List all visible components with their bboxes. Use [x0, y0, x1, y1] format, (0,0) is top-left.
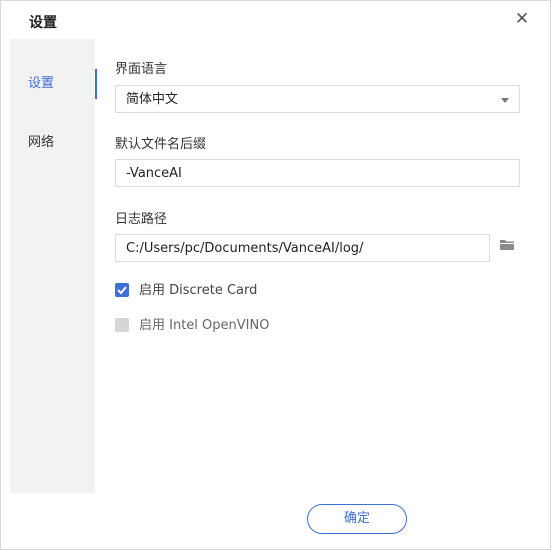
filename-suffix-input[interactable]: -VanceAI — [115, 159, 520, 187]
chevron-down-icon — [501, 98, 509, 103]
log-path-label: 日志路径 — [115, 212, 168, 227]
language-value: 简体中文 — [126, 92, 179, 107]
log-path-value: C:/Users/pc/Documents/VanceAI/log/ — [126, 241, 364, 256]
ok-button[interactable]: 确定 — [307, 504, 407, 534]
dialog-title: 设置 — [29, 15, 57, 31]
sidebar-item-network[interactable]: 网络 — [10, 129, 95, 157]
language-label: 界面语言 — [115, 62, 168, 77]
language-select[interactable]: 简体中文 — [115, 85, 520, 113]
filename-suffix-value: -VanceAI — [126, 166, 182, 181]
sidebar-item-label: 设置 — [28, 76, 55, 91]
filename-suffix-label: 默认文件名后缀 — [115, 137, 207, 152]
folder-icon[interactable] — [499, 237, 515, 253]
openvino-checkbox — [115, 318, 129, 332]
check-icon — [117, 286, 127, 295]
sidebar-item-label: 网络 — [28, 135, 55, 150]
discrete-card-checkbox[interactable] — [115, 283, 129, 297]
settings-content: 界面语言 简体中文 默认文件名后缀 -VanceAI 日志路径 C:/Users… — [95, 39, 550, 549]
title-bar: 设置 ✕ — [1, 1, 550, 39]
sidebar: 设置 网络 — [10, 39, 97, 493]
openvino-label: 启用 Intel OpenVINO — [139, 318, 270, 333]
settings-dialog: 设置 ✕ 设置 网络 界面语言 简体中文 默认文件名后缀 -VanceAI 日志… — [0, 0, 551, 550]
discrete-card-label: 启用 Discrete Card — [139, 283, 258, 298]
close-icon[interactable]: ✕ — [512, 9, 532, 29]
log-path-input[interactable]: C:/Users/pc/Documents/VanceAI/log/ — [115, 234, 490, 262]
sidebar-item-settings[interactable]: 设置 — [10, 70, 95, 98]
